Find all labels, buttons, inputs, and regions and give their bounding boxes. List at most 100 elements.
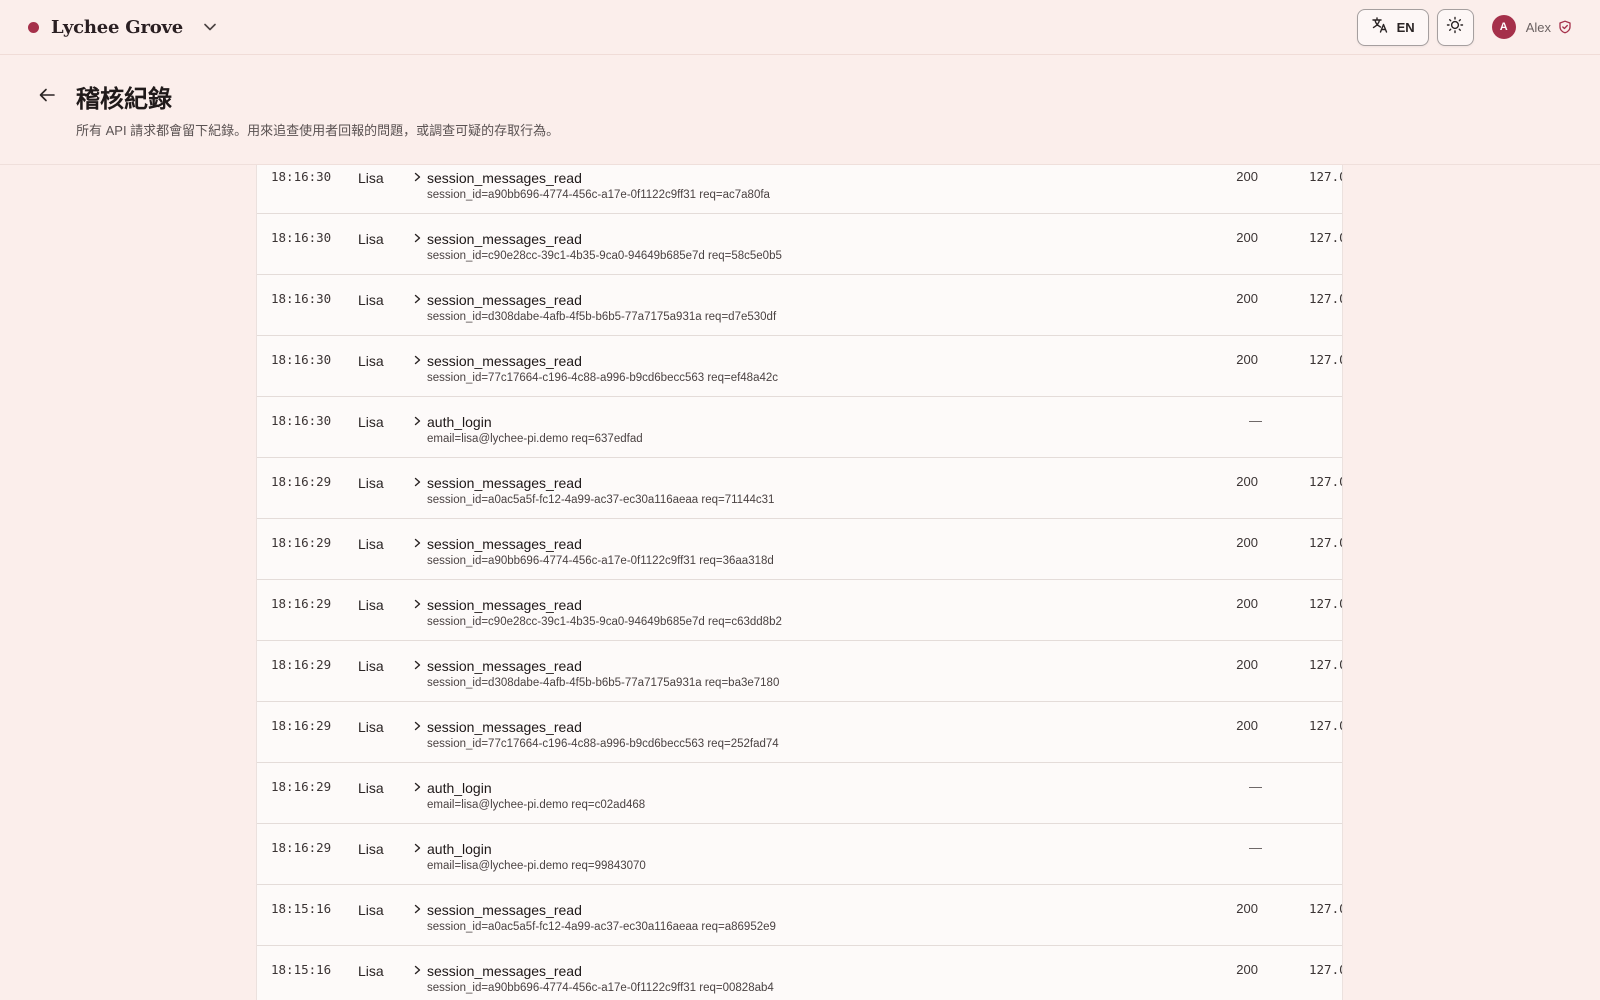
log-detail: session_id=77c17664-c196-4c88-a996-b9cd6… [427,372,779,384]
log-time: 18:16:30 [271,291,332,306]
log-actor: Lisa [358,658,384,674]
log-time: 18:16:29 [271,535,332,550]
log-time: 18:16:30 [271,169,332,184]
log-status: 200 [1236,962,1258,977]
log-status: 200 [1236,901,1258,916]
page-subtitle: 所有 API 請求都會留下紀錄。用來追查使用者回報的問題，或調查可疑的存取行為。 [76,123,560,138]
log-time: 18:16:30 [271,413,332,428]
log-actor: Lisa [358,902,384,918]
log-ip: 127.0 [1309,535,1343,550]
page-title: 稽核紀錄 [76,84,172,113]
log-actor: Lisa [358,719,384,735]
chevron-right-icon[interactable] [411,231,423,245]
log-time: 18:16:29 [271,779,332,794]
log-row[interactable]: 18:16:29 Lisa auth_login email=lisa@lychee-… [257,763,1342,824]
log-row[interactable]: 18:16:30 Lisa session_messages_read session… [257,275,1342,336]
log-ip: 127.0 [1309,901,1343,916]
log-detail: session_id=d308dabe-4afb-4f5b-b6b5-77a71… [427,677,780,689]
theme-toggle-button[interactable] [1436,8,1474,46]
language-label: EN [1396,19,1415,35]
log-action: session_messages_read [427,963,582,979]
user-menu[interactable]: A Alex [1491,15,1572,39]
log-time: 18:16:30 [271,230,332,245]
log-row[interactable]: 18:16:29 Lisa session_messages_readsession… [257,519,1342,580]
log-time: 18:16:29 [271,657,332,672]
log-row[interactable]: 18:15:16 Lisa session_messages_read session… [257,885,1342,946]
user-name: Alex [1525,19,1551,35]
chevron-right-icon[interactable] [411,841,423,855]
chevron-right-icon[interactable] [411,536,423,550]
log-action: session_messages_read [427,719,582,735]
chevron-right-icon[interactable] [411,780,423,794]
log-ip: 127.0 [1309,718,1343,733]
log-status: — [1249,413,1262,428]
chevron-right-icon[interactable] [411,292,423,306]
top-bar: Lychee Grove EN A Alex [0,0,1600,55]
log-actor: Lisa [358,414,384,430]
log-action: auth_login [427,414,492,430]
log-ip: 127.0 [1309,169,1343,184]
log-actor: Lisa [358,597,384,613]
log-row[interactable]: 18:16:29 Lisa session_messages_read session… [257,458,1342,519]
log-status: — [1249,779,1262,794]
log-row[interactable]: 18:16:29 Lisa auth_login email=lisa@lychee-… [257,824,1342,885]
log-ip: 127.0 [1309,291,1343,306]
log-time: 18:16:29 [271,596,332,611]
avatar: A [1491,15,1516,39]
chevron-right-icon[interactable] [411,658,423,672]
log-actor: Lisa [358,353,384,369]
log-actor: Lisa [358,536,384,552]
log-time: 18:16:29 [271,474,332,489]
log-action: session_messages_read [427,292,582,308]
log-time: 18:15:16 [271,962,332,977]
log-detail: email=lisa@lychee-pi.demo req=c02ad468 [427,799,646,811]
chevron-right-icon[interactable] [411,475,423,489]
chevron-right-icon[interactable] [411,597,423,611]
audit-log-list[interactable]: 18:16:30 Lisa session_messages_read session… [256,165,1343,1000]
chevron-right-icon[interactable] [411,902,423,916]
chevron-right-icon[interactable] [411,719,423,733]
log-row[interactable]: 18:16:30 Lisa auth_login email=lisa@lychee-… [257,397,1342,458]
chevron-right-icon[interactable] [411,170,423,184]
log-row[interactable]: 18:16:29 Lisa session_messages_read session… [257,641,1342,702]
log-detail: session_id=a0ac5a5f-fc12-4a99-ac37-ec30a… [427,921,776,933]
translate-icon [1371,16,1389,39]
log-ip: 127.0 [1309,657,1343,672]
back-arrow-icon[interactable] [36,84,58,106]
log-status: 200 [1236,657,1258,672]
workspace-switcher[interactable]: Lychee Grove [28,17,219,38]
log-action: auth_login [427,841,492,857]
log-status: 200 [1236,718,1258,733]
log-row[interactable]: 18:16:30 Lisa session_messages_read session… [257,336,1342,397]
chevron-right-icon[interactable] [411,414,423,428]
log-action: session_messages_read [427,536,582,552]
log-status: 200 [1236,230,1258,245]
log-time: 18:16:29 [271,718,332,733]
log-detail: session_id=a90bb696-4774-456c-a17e-0f112… [427,555,774,567]
log-actor: Lisa [358,963,384,979]
log-action: auth_login [427,780,492,796]
log-actor: Lisa [358,841,384,857]
log-ip: 127.0 [1309,474,1343,489]
language-button[interactable]: EN [1356,8,1429,46]
log-row[interactable]: 18:16:29 Lisa session_messages_readsession… [257,702,1342,763]
log-status: 200 [1236,169,1258,184]
log-actor: Lisa [358,475,384,491]
log-row[interactable]: 18:16:30 Lisa session_messages_read session… [257,214,1342,275]
log-ip: 127.0 [1309,596,1343,611]
log-ip: 127.0 [1309,230,1343,245]
chevron-right-icon[interactable] [411,353,423,367]
log-detail: session_id=77c17664-c196-4c88-a996-b9cd6… [427,738,779,750]
app-name: Lychee Grove [51,16,184,38]
log-status: 200 [1236,474,1258,489]
log-row[interactable]: 18:16:30 Lisa session_messages_read session… [257,165,1342,214]
log-detail: session_id=d308dabe-4afb-4f5b-b6b5-77a71… [427,311,777,323]
brand-dot-icon [28,21,39,33]
log-action: session_messages_read [427,353,582,369]
log-detail: session_id=a90bb696-4774-456c-a17e-0f112… [427,189,770,201]
log-action: session_messages_read [427,170,582,186]
chevron-right-icon[interactable] [411,963,423,977]
log-row[interactable]: 18:15:16 Lisa session_messages_read session… [257,946,1342,1000]
chevron-down-icon[interactable] [201,18,219,36]
log-row[interactable]: 18:16:29 Lisa session_messages_read session… [257,580,1342,641]
